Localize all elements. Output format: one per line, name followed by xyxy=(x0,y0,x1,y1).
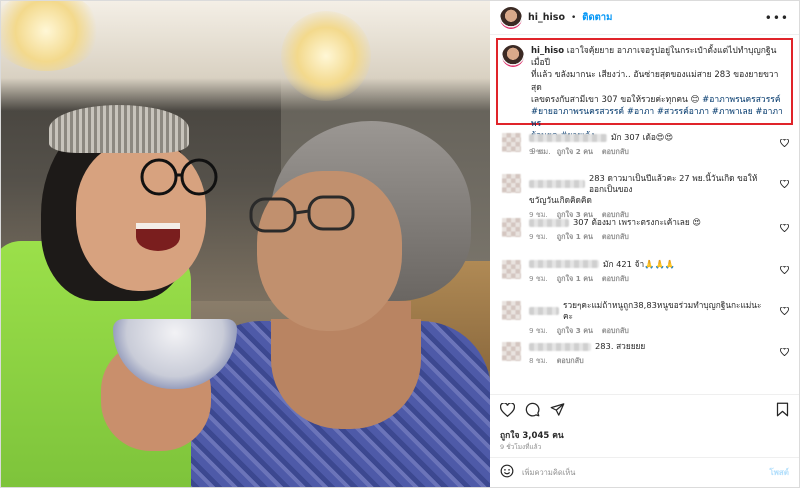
commenter-avatar-blurred[interactable] xyxy=(502,342,521,362)
comment-like-heart-icon[interactable] xyxy=(779,347,789,358)
header-separator: • xyxy=(570,12,577,23)
share-send-icon[interactable] xyxy=(550,402,565,417)
comment-bubble-icon[interactable] xyxy=(525,402,540,417)
comment-line: 283 ดาวมาเป็นปีแล้วคะ 27 พย.นี้วันเกิด ข… xyxy=(529,173,771,195)
post-header: hi_hiso • ติดตาม ••• xyxy=(490,1,799,35)
comment-likes[interactable]: ถูกใจ 1 คน xyxy=(557,232,593,243)
comment-time: 9 ชม. xyxy=(529,325,548,335)
comment-meta: 9 ชม. ถูกใจ 1 คน ตอบกลับ xyxy=(529,274,771,285)
caption-line-1: เอาใจคุ้ยยาย อาภาเจอรูปอยู่ในกระเป๋าตั้ง… xyxy=(531,46,777,69)
comment-reply-button[interactable]: ตอบกลับ xyxy=(602,232,629,243)
comment-item: 307 ต้องมา เพราะตรงกะเค้าเลย 😍 9 ชม. ถูกใจ… xyxy=(490,214,799,255)
commenter-avatar-blurred[interactable] xyxy=(502,300,521,320)
commenter-name-blurred[interactable] xyxy=(529,180,585,189)
comment-time: 9 ชม. xyxy=(529,232,548,242)
comment-likes[interactable]: ถูกใจ 2 คน xyxy=(557,147,593,158)
comment-body: รวยๆคะแม่ถ้าหนูถูก38,83หนูขอร่วมทำบุญกฐิ… xyxy=(529,297,771,337)
comment-meta: 9 ชม. ถูกใจ 3 คน ตอบกลับ xyxy=(529,326,771,337)
post-photo[interactable] xyxy=(1,1,490,487)
author-avatar[interactable] xyxy=(500,6,522,29)
comment-likes[interactable]: ถูกใจ 1 คน xyxy=(557,274,593,285)
commenter-avatar-blurred[interactable] xyxy=(502,218,521,238)
comment-like-heart-icon[interactable] xyxy=(779,265,789,276)
comment-body: 283. สวยยยย 8 ชม. ตอบกลับ xyxy=(529,338,771,367)
comment-line: มัก 421 จ้า🙏🙏🙏 xyxy=(529,259,771,270)
emoji-icon[interactable] xyxy=(500,464,514,481)
comment-like-heart-icon[interactable] xyxy=(779,138,789,149)
post-side-panel: hi_hiso • ติดตาม ••• hi_hiso เอาใจคุ้ยยา… xyxy=(490,1,799,487)
commenter-avatar-blurred[interactable] xyxy=(502,259,521,279)
caption-hashtag[interactable]: #อาภาพรนครสวรรค์ xyxy=(702,95,780,105)
like-heart-icon[interactable] xyxy=(500,402,515,417)
comment-time: 9 ชม. xyxy=(529,147,548,156)
instagram-post-modal: hi_hiso • ติดตาม ••• hi_hiso เอาใจคุ้ยยา… xyxy=(0,0,800,488)
comment-text: 283 ดาวมาเป็นปีแล้วคะ 27 พย.นี้วันเกิด ข… xyxy=(589,173,758,195)
comment-reply-button[interactable]: ตอบกลับ xyxy=(602,274,629,285)
author-username[interactable]: hi_hiso xyxy=(528,12,565,23)
comment-line: 307 ต้องมา เพราะตรงกะเค้าเลย 😍 xyxy=(529,217,771,228)
commenter-avatar-blurred[interactable] xyxy=(502,133,521,152)
post-time-ago: 9 ชั่วโมงที่แล้ว xyxy=(500,443,542,451)
comment-line: มัก 307 เด้อ😍😍 xyxy=(529,132,771,143)
comment-body: มัก 421 จ้า🙏🙏🙏 9 ชม. ถูกใจ 1 คน ตอบกลับ xyxy=(529,256,771,285)
comment-body: มัก 307 เด้อ😍😍 9 ชม. ถูกใจ 2 คน ตอบกลับ xyxy=(529,129,771,158)
commenter-name-blurred[interactable] xyxy=(529,133,607,142)
comment-text-2: ขวัญวันเกิดคิดคิด xyxy=(529,195,592,206)
caption-line-2: ที่แล้ว ขลังมากนะ เสียงว่า.. อันซ่ายสุดข… xyxy=(531,70,779,93)
comment-like-heart-icon[interactable] xyxy=(779,306,789,317)
commenter-avatar-blurred[interactable] xyxy=(502,174,521,194)
photo-scene xyxy=(1,1,490,487)
more-options-icon[interactable]: ••• xyxy=(765,11,789,25)
commenter-name-blurred[interactable] xyxy=(529,306,559,315)
comment-line: รวยๆคะแม่ถ้าหนูถูก38,83หนูขอร่วมทำบุญกฐิ… xyxy=(529,300,771,322)
commenter-name-blurred[interactable] xyxy=(529,260,599,269)
commenter-name-blurred[interactable] xyxy=(529,342,591,351)
comment-text: มัก 421 จ้า🙏🙏🙏 xyxy=(603,258,676,269)
comment-item: 283 ดาวมาเป็นปีแล้วคะ 27 พย.นี้วันเกิด ข… xyxy=(490,170,799,219)
comment-meta: 8 ชม. ตอบกลับ xyxy=(529,356,771,367)
comment-text: 283. สวยยยย xyxy=(595,341,646,352)
comment-time: 8 ชม. xyxy=(529,356,548,366)
comment-reply-button[interactable]: ตอบกลับ xyxy=(557,356,584,367)
comment-reply-button[interactable]: ตอบกลับ xyxy=(602,326,629,337)
bookmark-icon[interactable] xyxy=(776,402,789,417)
caption-line-3: เลขตรงกับสามีเขา 307 ขอให้รวยค่ะทุกคน 😊 xyxy=(531,94,700,105)
comment-text: 307 ต้องมา เพราะตรงกะเค้าเลย 😍 xyxy=(573,217,702,228)
comment-time: 9 ชม. xyxy=(529,273,548,283)
comment-body: 307 ต้องมา เพราะตรงกะเค้าเลย 😍 9 ชม. ถูกใจ… xyxy=(529,214,771,243)
likes-count[interactable]: ถูกใจ 3,045 คน xyxy=(500,428,564,442)
follow-button[interactable]: ติดตาม xyxy=(582,10,612,25)
caption-text: hi_hiso เอาใจคุ้ยยาย อาภาเจอรูปอยู่ในกระ… xyxy=(531,45,785,143)
comment-item: 283. สวยยยย 8 ชม. ตอบกลับ xyxy=(490,338,799,379)
caption-hashtags-line-4[interactable]: #ยายอาภาพรนครสวรรค์ #อาภา #สวรรค์อาภา #ภ… xyxy=(531,107,783,129)
comment-meta: 9 ชม. ถูกใจ 2 คน ตอบกลับ xyxy=(529,147,771,158)
caption-username[interactable]: hi_hiso xyxy=(531,46,564,56)
comment-text: มัก 307 เด้อ😍😍 xyxy=(611,132,674,142)
comment-reply-button[interactable]: ตอบกลับ xyxy=(602,147,629,158)
comment-line-2: ขวัญวันเกิดคิดคิด xyxy=(529,195,771,206)
post-comment-button[interactable]: โพสต์ xyxy=(769,466,789,479)
comment-item: มัก 421 จ้า🙏🙏🙏 9 ชม. ถูกใจ 1 คน ตอบกลับ xyxy=(490,256,799,297)
comment-text: รวยๆคะแม่ถ้าหนูถูก38,83หนูขอร่วมทำบุญกฐิ… xyxy=(563,299,762,321)
add-comment-input[interactable]: เพิ่มความคิดเห็น xyxy=(522,467,575,479)
comment-like-heart-icon[interactable] xyxy=(779,223,789,234)
action-bar xyxy=(490,394,799,424)
caption-highlight-box: hi_hiso เอาใจคุ้ยยาย อาภาเจอรูปอยู่ในกระ… xyxy=(496,38,793,156)
comment-like-heart-icon[interactable] xyxy=(779,179,789,190)
add-comment-row: เพิ่มความคิดเห็น โพสต์ xyxy=(490,457,799,487)
comment-meta: 9 ชม. ถูกใจ 1 คน ตอบกลับ xyxy=(529,232,771,243)
comment-item: รวยๆคะแม่ถ้าหนูถูก38,83หนูขอร่วมทำบุญกฐิ… xyxy=(490,297,799,338)
comment-line: 283. สวยยยย xyxy=(529,341,771,352)
caption-avatar[interactable] xyxy=(502,45,524,67)
comment-likes[interactable]: ถูกใจ 3 คน xyxy=(557,326,593,337)
comments-list: มัก 307 เด้อ😍😍 9 ชม. ถูกใจ 2 คน ตอบกลับ 283 … xyxy=(490,129,799,379)
comment-item: มัก 307 เด้อ😍😍 9 ชม. ถูกใจ 2 คน ตอบกลับ xyxy=(490,129,799,170)
commenter-name-blurred[interactable] xyxy=(529,218,569,227)
